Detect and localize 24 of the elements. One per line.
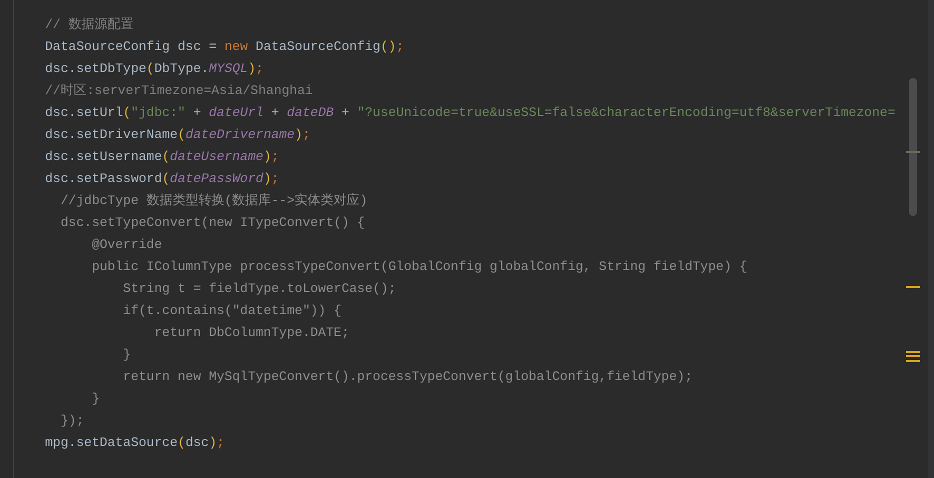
code-line: dsc.setTypeConvert(new ITypeConvert() { <box>60 214 365 232</box>
code-line: dsc.setDriverName(dateDrivername); <box>45 126 310 144</box>
code-line: return DbColumnType.DATE; <box>154 324 350 342</box>
code-line: return new MySqlTypeConvert().processTypeConvert(globalConfig,fieldType); <box>123 368 693 386</box>
code-line: mpg.setDataSource(dsc); <box>45 434 224 452</box>
code-comment: //时区:serverTimezone=Asia/Shanghai <box>45 82 313 100</box>
warning-markers-icon[interactable] <box>906 351 920 362</box>
code-line: }); <box>60 412 84 430</box>
code-line: DataSourceConfig dsc = new DataSourceConfig(); <box>45 38 404 56</box>
warning-marker[interactable] <box>906 286 920 288</box>
code-line: dsc.setUsername(dateUsername); <box>45 148 280 166</box>
code-line: } <box>123 346 131 364</box>
code-line: if(t.contains("datetime")) { <box>123 302 342 320</box>
code-line: dsc.setUrl("jdbc:" + dateUrl + dateDB + "?useUnicode=true&useSSL=false&characterEncoding=utf8&serverTimezone= <box>45 104 896 122</box>
code-line: String t = fieldType.toLowerCase(); <box>123 280 396 298</box>
code-line: dsc.setDbType(DbType.MYSQL); <box>45 60 264 78</box>
code-line: @Override <box>92 236 162 254</box>
scrollbar-thumb[interactable] <box>909 78 917 216</box>
code-line: dsc.setPassword(datePassWord); <box>45 170 280 188</box>
code-line: public IColumnType processTypeConvert(GlobalConfig globalConfig, String fieldType) { <box>92 258 748 276</box>
code-line: } <box>92 390 100 408</box>
scroll-marker[interactable] <box>906 151 920 153</box>
code-comment: // 数据源配置 <box>45 16 134 34</box>
code-line: //jdbcType 数据类型转换(数据库-->实体类对应) <box>60 192 368 210</box>
